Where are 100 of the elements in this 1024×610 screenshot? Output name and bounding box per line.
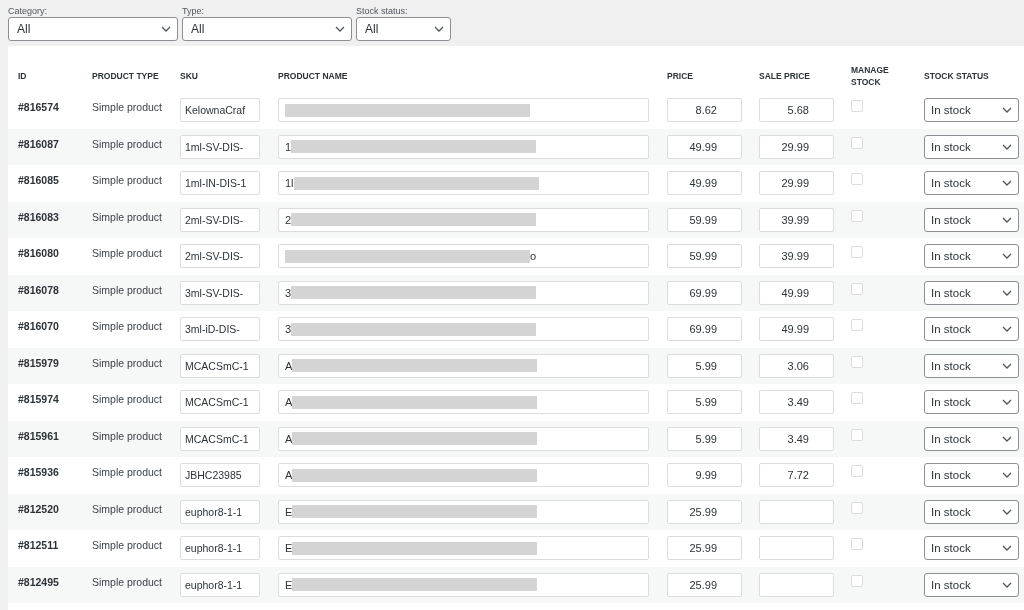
- price-field[interactable]: 59.99: [667, 244, 742, 269]
- sale-price-field[interactable]: 39.99: [759, 244, 834, 269]
- sale-price-field[interactable]: 49.99: [759, 280, 834, 305]
- stock-status-select[interactable]: In stock: [924, 171, 1019, 196]
- price-field[interactable]: 5.99: [667, 390, 742, 415]
- manage-stock-checkbox[interactable]: [851, 538, 863, 550]
- sale-price-field[interactable]: [759, 536, 834, 561]
- product-name-field[interactable]: 3: [278, 317, 649, 342]
- filter-select[interactable]: All: [182, 17, 352, 41]
- sale-price-field[interactable]: 3.49: [759, 426, 834, 451]
- manage-stock-checkbox[interactable]: [851, 355, 863, 368]
- manage-stock-checkbox[interactable]: [851, 392, 863, 404]
- price-field[interactable]: 25.99: [667, 499, 742, 524]
- product-type: Simple product: [92, 538, 164, 551]
- product-name-field[interactable]: E: [278, 536, 649, 561]
- product-name-field[interactable]: A: [278, 353, 649, 378]
- sku-field[interactable]: MCACSmC-1: [180, 353, 260, 378]
- price-field[interactable]: 69.99: [667, 280, 742, 305]
- sku-field[interactable]: 1ml-IN-DIS-1: [180, 171, 260, 196]
- sku-field[interactable]: euphor8-1-1: [180, 536, 260, 561]
- stock-status-select[interactable]: In stock: [924, 499, 1019, 524]
- sale-price-field[interactable]: 3.06: [759, 353, 834, 378]
- sale-price-field[interactable]: [759, 572, 834, 597]
- stock-status-select[interactable]: In stock: [924, 572, 1019, 597]
- product-name-field[interactable]: E: [278, 499, 649, 524]
- product-name-field[interactable]: A: [278, 463, 649, 488]
- manage-stock-checkbox[interactable]: [851, 319, 863, 331]
- product-type: Simple product: [92, 173, 164, 186]
- manage-stock-checkbox[interactable]: [851, 246, 863, 258]
- sale-price-field[interactable]: 39.99: [759, 207, 834, 232]
- product-name-field[interactable]: 1: [278, 134, 649, 159]
- stock-status-select[interactable]: In stock: [924, 280, 1019, 305]
- manage-stock-checkbox[interactable]: [851, 574, 863, 587]
- stock-status-select[interactable]: In stock: [924, 536, 1019, 561]
- product-name-field[interactable]: E: [278, 572, 649, 597]
- manage-stock-checkbox[interactable]: [851, 428, 863, 441]
- sale-price-field[interactable]: 3.49: [759, 390, 834, 415]
- caret-icon: [1002, 362, 1012, 369]
- product-id: #815979: [18, 355, 60, 369]
- product-name-field[interactable]: A: [278, 426, 649, 451]
- sku-field[interactable]: MCACSmC-1: [180, 390, 260, 415]
- manage-stock-checkbox[interactable]: [851, 209, 863, 222]
- price-field[interactable]: 5.99: [667, 353, 742, 378]
- product-name-field[interactable]: A: [278, 390, 649, 415]
- stock-status-select[interactable]: In stock: [924, 390, 1019, 415]
- filter-select[interactable]: All: [356, 17, 451, 41]
- stock-status-select[interactable]: In stock: [924, 426, 1019, 451]
- stock-status-select[interactable]: In stock: [924, 244, 1019, 269]
- filter-label: Stock status:: [356, 6, 409, 16]
- price-field[interactable]: 49.99: [667, 134, 742, 159]
- sku-field[interactable]: 2ml-SV-DIS-: [180, 207, 260, 232]
- manage-stock-checkbox[interactable]: [851, 282, 863, 295]
- column-header: SALE PRICE: [759, 70, 811, 82]
- stock-status-select[interactable]: In stock: [924, 207, 1019, 232]
- sale-price-field[interactable]: 7.72: [759, 463, 834, 488]
- product-type: Simple product: [92, 465, 164, 478]
- price-field[interactable]: 25.99: [667, 572, 742, 597]
- product-name-field[interactable]: 3: [278, 280, 649, 305]
- product-name-field[interactable]: o: [278, 244, 649, 269]
- product-type: Simple product: [92, 319, 164, 332]
- stock-status-select[interactable]: In stock: [924, 98, 1019, 123]
- price-field[interactable]: 49.99: [667, 171, 742, 196]
- sku-field[interactable]: euphor8-1-1: [180, 572, 260, 597]
- product-id: #816087: [18, 136, 60, 150]
- price-field[interactable]: 69.99: [667, 317, 742, 342]
- manage-stock-checkbox[interactable]: [851, 465, 863, 477]
- manage-stock-checkbox[interactable]: [851, 173, 863, 185]
- sku-field[interactable]: 3ml-SV-DIS-: [180, 280, 260, 305]
- sku-field[interactable]: MCACSmC-1: [180, 426, 260, 451]
- product-name-field[interactable]: [278, 98, 649, 123]
- sku-field[interactable]: euphor8-1-1: [180, 499, 260, 524]
- price-field[interactable]: 59.99: [667, 207, 742, 232]
- product-name-field[interactable]: 1l: [278, 171, 649, 196]
- manage-stock-checkbox[interactable]: [851, 100, 863, 112]
- price-field[interactable]: 25.99: [667, 536, 742, 561]
- stock-status-select[interactable]: In stock: [924, 463, 1019, 488]
- sku-field[interactable]: 2ml-SV-DIS-: [180, 244, 260, 269]
- manage-stock-checkbox[interactable]: [851, 136, 863, 149]
- sku-field[interactable]: 3ml-iD-DIS-: [180, 317, 260, 342]
- stock-status-select[interactable]: In stock: [924, 134, 1019, 159]
- product-type: Simple product: [92, 282, 164, 296]
- stock-status-select[interactable]: In stock: [924, 353, 1019, 378]
- caret-icon: [1002, 253, 1012, 260]
- sku-field[interactable]: KelownaCraf: [180, 98, 260, 123]
- sale-price-field[interactable]: 49.99: [759, 317, 834, 342]
- filter-select[interactable]: All: [8, 17, 178, 41]
- price-field[interactable]: 8.62: [667, 98, 742, 123]
- caret-icon: [1002, 289, 1012, 296]
- sale-price-field[interactable]: 29.99: [759, 171, 834, 196]
- manage-stock-checkbox[interactable]: [851, 501, 863, 514]
- sale-price-field[interactable]: [759, 499, 834, 524]
- price-field[interactable]: 5.99: [667, 426, 742, 451]
- caret-icon: [1002, 326, 1012, 333]
- product-name-field[interactable]: 2: [278, 207, 649, 232]
- sku-field[interactable]: 1ml-SV-DIS-: [180, 134, 260, 159]
- sale-price-field[interactable]: 5.68: [759, 98, 834, 123]
- stock-status-select[interactable]: In stock: [924, 317, 1019, 342]
- sale-price-field[interactable]: 29.99: [759, 134, 834, 159]
- sku-field[interactable]: JBHC23985: [180, 463, 260, 488]
- price-field[interactable]: 9.99: [667, 463, 742, 488]
